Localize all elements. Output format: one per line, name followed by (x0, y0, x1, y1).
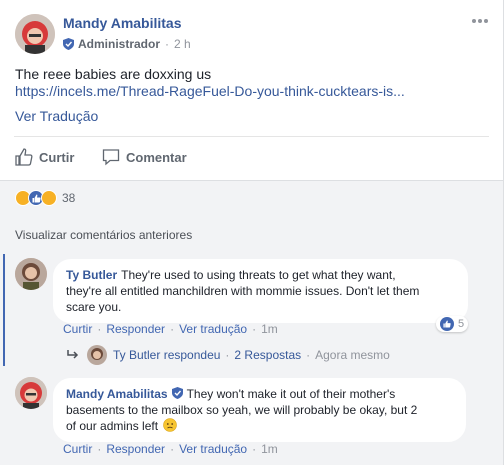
post-link[interactable]: https://incels.me/Thread-RageFuel-Do-you… (15, 83, 405, 99)
comment-text-line: They're used to using threats to get wha… (121, 268, 396, 282)
post-meta: Administrador · 2 h (63, 37, 191, 51)
reply-verb[interactable]: respondeu (164, 348, 221, 362)
comment-like-count[interactable]: 5 (436, 316, 469, 332)
action-separator: · (306, 348, 311, 362)
post-text: The reee babies are doxxing us (15, 66, 212, 82)
comment-text-line: basements to the mailbox so yeah, we wil… (66, 403, 418, 417)
action-separator: · (97, 442, 102, 456)
action-divider (14, 136, 489, 137)
worried-face-emoji-icon (163, 418, 178, 432)
thread-highlight-bar (3, 254, 5, 366)
comment-text-line: They won't make it out of their mother's (186, 387, 396, 401)
comment-bubble-icon (102, 149, 120, 166)
reply-timestamp: Agora mesmo (315, 348, 390, 362)
like-button[interactable]: Curtir (15, 148, 74, 166)
action-separator: · (170, 322, 175, 336)
comment-timestamp[interactable]: 1m (261, 322, 278, 336)
action-separator: · (252, 442, 257, 456)
like-button-label: Curtir (39, 149, 75, 165)
like-reaction-icon (440, 317, 454, 331)
comment-timestamp[interactable]: 1m (261, 442, 278, 456)
replies-summary[interactable]: Ty Butler respondeu · 2 Respostas · Agor… (67, 345, 390, 365)
action-separator: · (170, 442, 175, 456)
comment-like-link[interactable]: Curtir (63, 322, 92, 336)
thumbs-up-icon (15, 148, 33, 166)
comment-text-line: they're all entitled manchildren with mo… (66, 284, 420, 298)
reply-author-name[interactable]: Ty Butler (113, 348, 160, 362)
comment-translate-link[interactable]: Ver tradução (179, 322, 247, 336)
reply-author-avatar (87, 345, 107, 365)
sad-reaction-icon (41, 190, 57, 206)
comment-avatar[interactable] (15, 377, 47, 409)
comment-bubble: Mandy Amabilitas They won't make it out o… (53, 378, 466, 442)
admin-shield-icon (171, 387, 183, 399)
comment-button-label: Comentar (126, 149, 187, 165)
reply-arrow-icon (67, 350, 79, 359)
post-header-area: Mandy Amabilitas Administrador · 2 h The… (0, 0, 503, 180)
comment-reply-link[interactable]: Responder (106, 442, 165, 456)
action-separator: · (225, 348, 230, 362)
reaction-count[interactable]: 38 (62, 191, 75, 205)
comment-author-name[interactable]: Mandy Amabilitas (66, 387, 168, 401)
comment-author-name[interactable]: Ty Butler (66, 268, 117, 282)
post-timestamp[interactable]: 2 h (174, 37, 191, 51)
action-separator: · (252, 322, 257, 336)
reactions-summary[interactable]: 38 (15, 190, 75, 206)
reply-count[interactable]: 2 Respostas (234, 348, 301, 362)
view-previous-comments-link[interactable]: Visualizar comentários anteriores (15, 228, 192, 242)
comment-bubble: Ty Butler They're used to using threats t… (53, 259, 468, 323)
meta-separator: · (165, 37, 170, 51)
see-translation-link[interactable]: Ver Tradução (15, 108, 98, 124)
more-options-icon[interactable] (471, 18, 489, 24)
comment-translate-link[interactable]: Ver tradução (179, 442, 247, 456)
action-separator: · (97, 322, 102, 336)
post-card: Mandy Amabilitas Administrador · 2 h The… (0, 0, 504, 465)
comment-actions: Curtir · Responder · Ver tradução · 1m (63, 442, 278, 456)
comment-actions: Curtir · Responder · Ver tradução · 1m (63, 322, 278, 336)
comment-like-link[interactable]: Curtir (63, 442, 92, 456)
comment-reply-link[interactable]: Responder (106, 322, 165, 336)
admin-role-label[interactable]: Administrador (78, 37, 160, 51)
admin-shield-icon (63, 38, 74, 50)
comment-button[interactable]: Comentar (102, 148, 187, 166)
post-author-name[interactable]: Mandy Amabilitas (63, 15, 182, 31)
comment-text-line: of our admins left (66, 419, 159, 433)
comment-text-line: scare you. (66, 300, 122, 314)
comment-like-number: 5 (458, 318, 465, 330)
author-avatar[interactable] (15, 14, 55, 54)
comment-avatar[interactable] (15, 258, 47, 290)
